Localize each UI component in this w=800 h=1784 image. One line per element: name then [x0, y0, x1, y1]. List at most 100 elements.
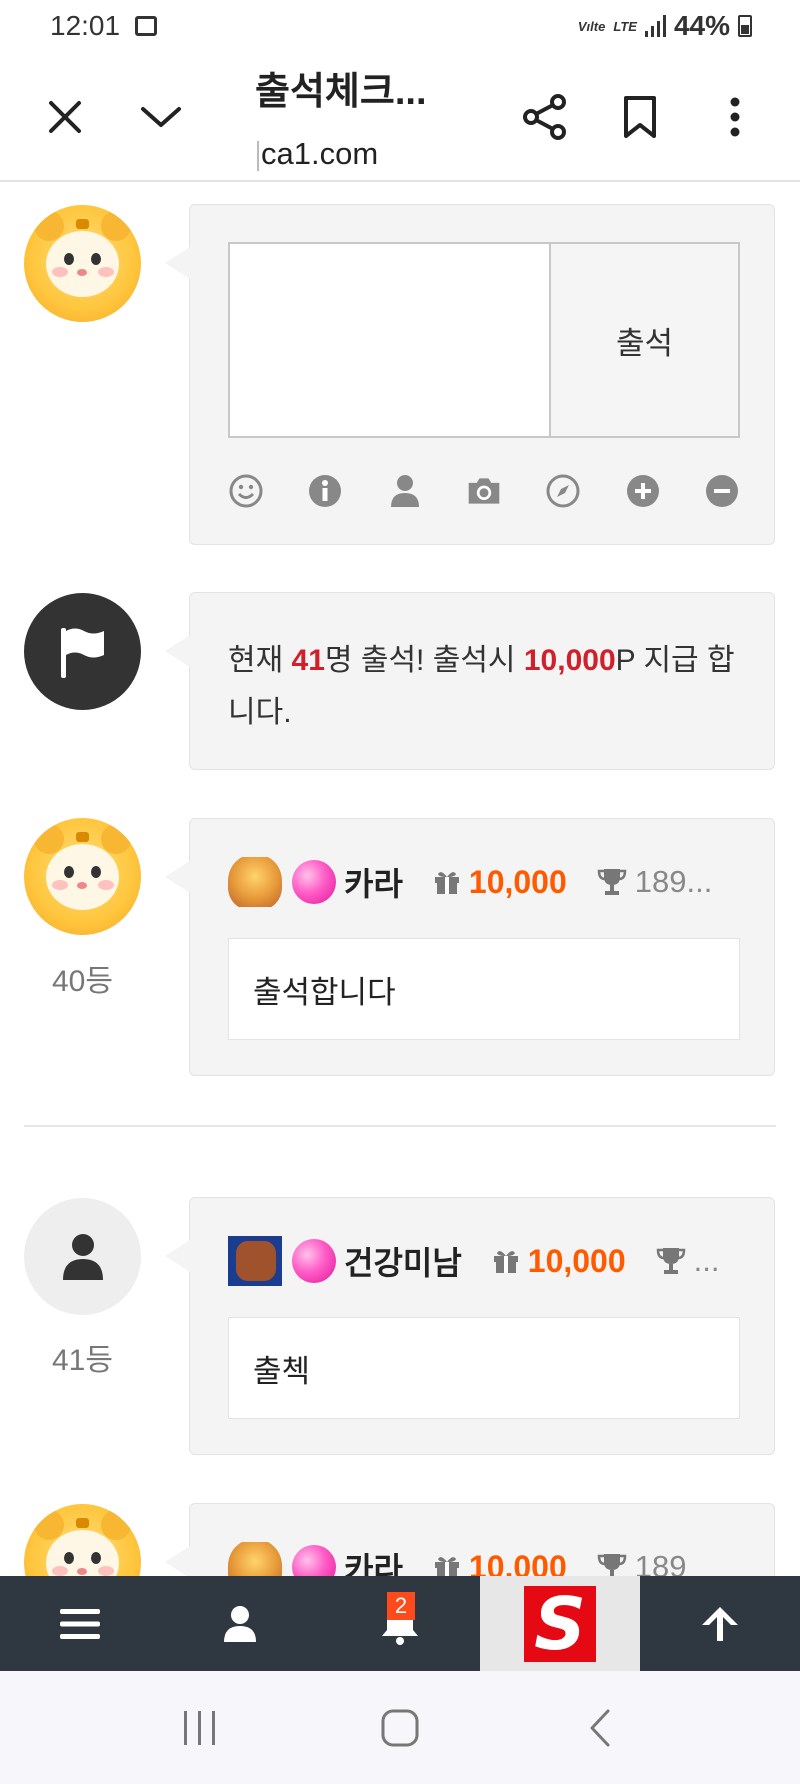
flag-icon [60, 627, 104, 678]
attend-count: 41 [291, 644, 325, 677]
bookmark-button[interactable] [605, 82, 675, 152]
recent-apps-icon [184, 1710, 215, 1745]
url-text: ca1.com [261, 136, 379, 171]
site-logo: S [524, 1582, 596, 1666]
my-avatar [24, 205, 141, 322]
attendance-message: 출석합니다 [228, 938, 740, 1040]
avatar[interactable] [24, 1504, 141, 1576]
reward-points: 10,000 [523, 644, 616, 677]
battery-level: 44% [673, 10, 730, 41]
attendance-entry: 건강미남 10,000 ... 출첵 [165, 1197, 775, 1455]
back-button[interactable] [570, 1698, 630, 1758]
rank-label: 40등 [52, 965, 113, 998]
username[interactable]: 카라 [344, 859, 403, 905]
user-info: 카라 10,000 189 [228, 1542, 744, 1576]
divider [24, 1125, 776, 1127]
user-badge-image [228, 1236, 282, 1286]
level-icon [292, 1545, 336, 1576]
page-title: 출석체크... [255, 71, 427, 113]
trophy-icon [597, 1554, 627, 1576]
scroll-top-button[interactable] [640, 1576, 800, 1671]
notifications-button[interactable]: 2 [320, 1576, 480, 1671]
user-button[interactable] [387, 473, 423, 509]
smile-icon [229, 474, 263, 508]
notification-badge: 2 [387, 1592, 415, 1620]
minus-circle-icon [705, 475, 738, 507]
back-icon [590, 1709, 610, 1746]
status-time: 12:01 [50, 10, 121, 41]
home-button[interactable] [370, 1698, 430, 1758]
lte-indicator: LTE [613, 18, 637, 34]
user-icon [390, 475, 419, 507]
compose-box: 출석 [165, 204, 775, 545]
gift-icon [493, 1251, 518, 1273]
share-icon [523, 94, 566, 140]
info-icon [309, 475, 342, 507]
system-nav [0, 1671, 800, 1784]
bottom-nav: 2 S [0, 1576, 800, 1671]
username[interactable]: 건강미남 [344, 1238, 462, 1284]
chevron-down-icon [141, 107, 181, 127]
remove-button[interactable] [704, 473, 740, 509]
rank-label: 41등 [52, 1344, 113, 1377]
user-points: 10,000 [468, 1548, 567, 1577]
avatar[interactable] [24, 818, 141, 935]
comment-textarea[interactable] [230, 244, 551, 436]
home-icon [381, 1709, 419, 1746]
page-url[interactable]: ca1.com [257, 136, 378, 172]
site-logo-button[interactable]: S [480, 1576, 640, 1671]
level-icon [292, 860, 336, 904]
recent-apps-button[interactable] [170, 1698, 230, 1758]
emoticon-button[interactable] [228, 473, 264, 509]
notice-text: 현재 41명 출석! 출석시 10,000P 지급 합니다. [228, 644, 735, 729]
arrow-up-icon [702, 1606, 738, 1641]
trophy-icon [597, 869, 627, 895]
add-button[interactable] [625, 473, 661, 509]
status-right: Vılte LTE 44% [578, 10, 752, 42]
trophy-count: ... [693, 1243, 720, 1278]
battery-icon [738, 15, 752, 37]
trophy-icon [656, 1248, 685, 1274]
avatar[interactable] [24, 1198, 141, 1315]
gift-icon [434, 872, 459, 894]
volte-indicator: Vılte [577, 18, 606, 34]
bookmark-icon [624, 96, 656, 138]
profile-button[interactable] [160, 1576, 320, 1671]
compose-area: 출석 [228, 242, 740, 438]
trophy-count: 189 [634, 1549, 687, 1576]
signal-icon [644, 15, 666, 37]
user-points: 10,000 [527, 1242, 626, 1279]
menu-button[interactable] [0, 1576, 160, 1671]
image-notification-icon [135, 16, 157, 36]
level-icon [292, 1239, 336, 1283]
info-button[interactable] [307, 473, 343, 509]
gift-icon [434, 1557, 459, 1576]
attendance-entry: 카라 10,000 189... 출석합니다 [165, 818, 775, 1076]
compass-icon [546, 474, 580, 508]
share-button[interactable] [510, 82, 580, 152]
close-button[interactable] [30, 82, 100, 152]
compass-button[interactable] [545, 473, 581, 509]
collapse-button[interactable] [126, 82, 196, 152]
username[interactable]: 카라 [344, 1544, 403, 1576]
attendance-entry: 카라 10,000 189 [165, 1503, 775, 1576]
user-badge-image [228, 857, 282, 907]
user-points: 10,000 [468, 863, 567, 900]
user-badge-image [228, 1542, 282, 1576]
user-info: 카라 10,000 189... [228, 857, 744, 907]
attendance-feed[interactable]: 출석 현재 41명 출석! 출석시 10,000P 지급 합니다. 40등 카라… [0, 184, 800, 1576]
more-menu-button[interactable] [700, 82, 770, 152]
hamburger-icon [60, 1608, 100, 1639]
camera-button[interactable] [466, 473, 502, 509]
compose-toolbar [228, 473, 740, 509]
camera-icon [468, 478, 500, 504]
more-vertical-icon [730, 97, 740, 137]
user-icon [224, 1605, 256, 1642]
user-icon [62, 1233, 103, 1280]
trophy-count: 189... [634, 864, 713, 899]
notice-avatar [24, 593, 141, 710]
attend-button[interactable]: 출석 [551, 244, 738, 436]
attendance-notice: 현재 41명 출석! 출석시 10,000P 지급 합니다. [165, 592, 775, 770]
attendance-message: 출첵 [228, 1317, 740, 1419]
user-info: 건강미남 10,000 ... [228, 1236, 744, 1286]
